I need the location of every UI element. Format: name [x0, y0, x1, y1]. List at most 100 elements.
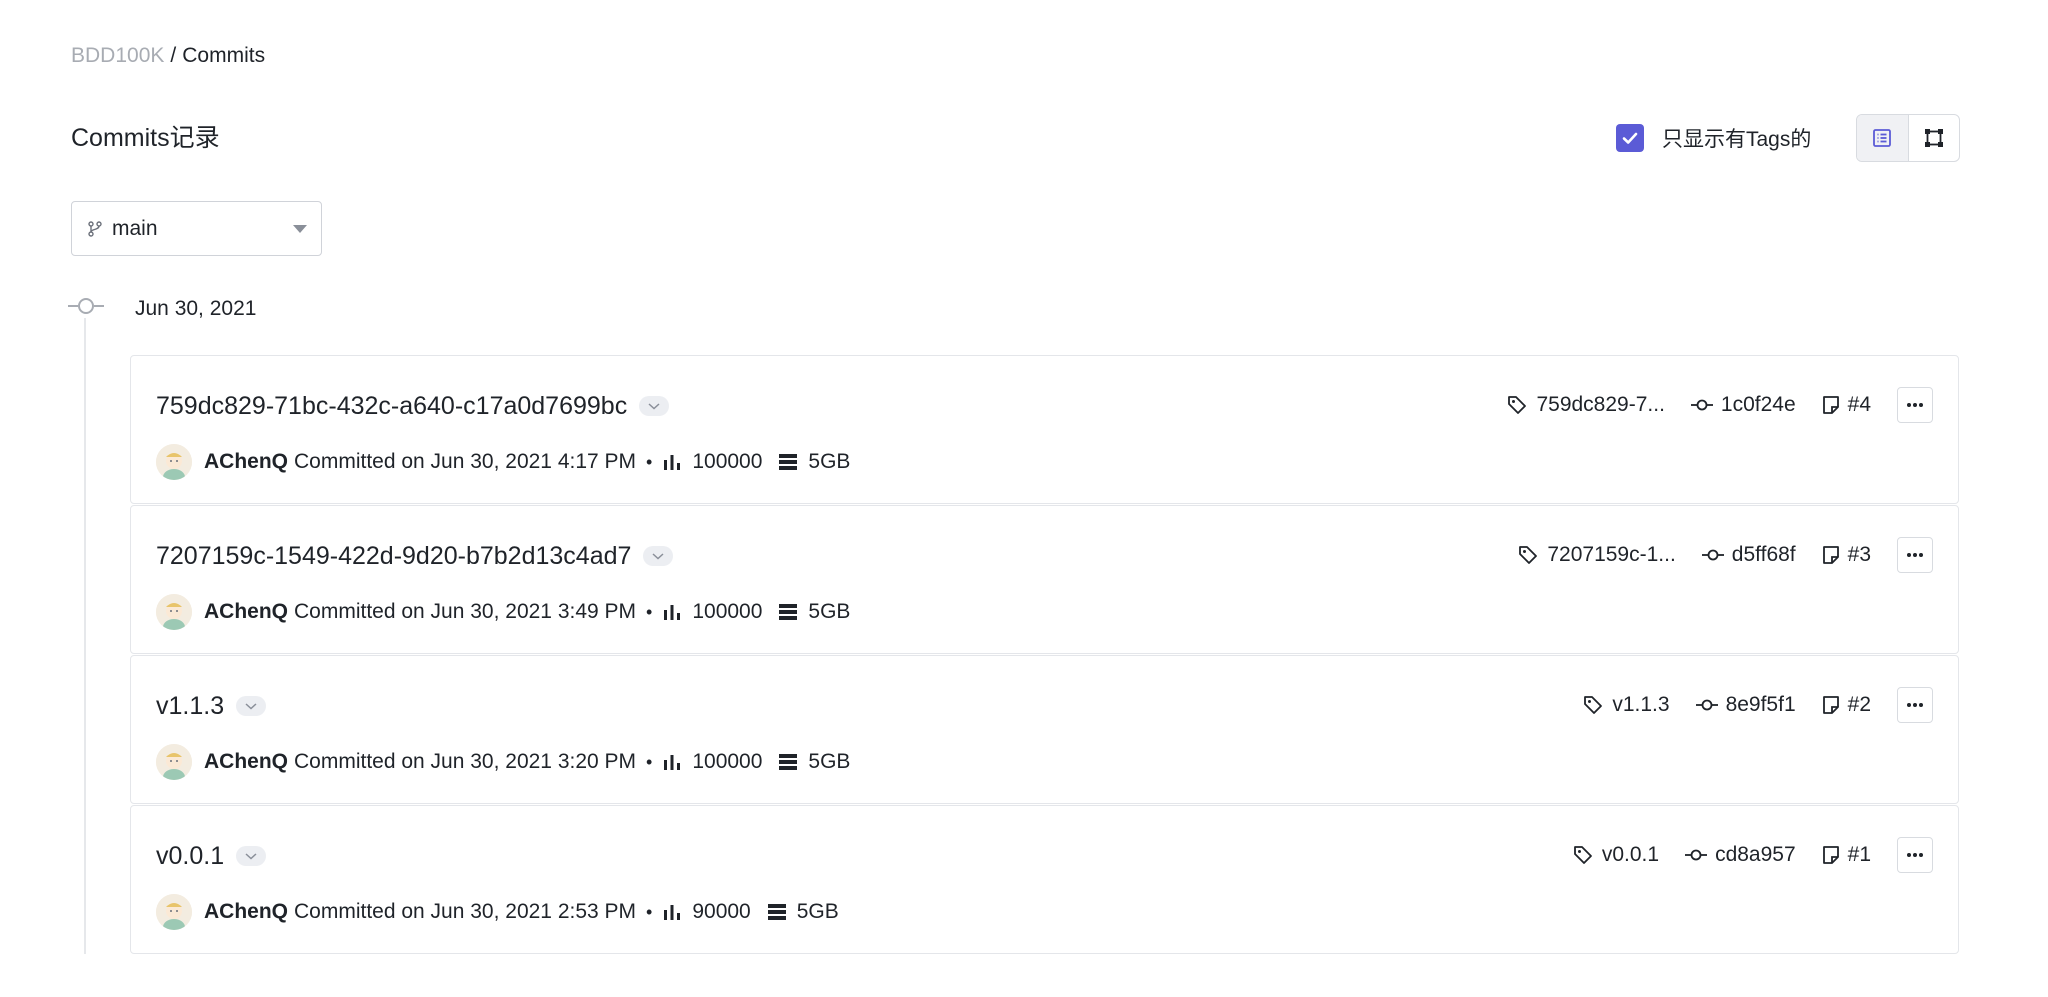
document-icon [1822, 545, 1840, 565]
commit-card[interactable]: v0.0.1 AChenQ Committed on Jun 30, 2021 … [130, 805, 1959, 954]
git-commit-icon [1685, 848, 1708, 862]
page-title: Commits记录 [71, 124, 220, 152]
commit-tag-label: v1.1.3 [1612, 693, 1670, 716]
bar-chart-icon [662, 752, 682, 772]
commit-hash-label: 8e9f5f1 [1725, 693, 1796, 716]
more-options-button[interactable] [1897, 837, 1933, 873]
commit-hash[interactable]: d5ff68f [1701, 543, 1796, 567]
commit-timestamp: Committed on Jun 30, 2021 2:53 PM [294, 900, 637, 923]
more-horizontal-icon [1907, 703, 1923, 707]
commit-hash-label: d5ff68f [1731, 543, 1796, 566]
commit-hash[interactable]: 1c0f24e [1690, 393, 1796, 417]
tags-only-filter[interactable]: 只显示有Tags的 [1616, 122, 1811, 154]
commit-hash[interactable]: cd8a957 [1685, 843, 1796, 867]
view-toggle [1856, 114, 1960, 162]
commit-tag-label: 7207159c-1... [1547, 543, 1676, 566]
commit-size: 5GB [808, 750, 851, 773]
timeline-line [84, 318, 86, 954]
list-icon [1873, 129, 1892, 147]
more-horizontal-icon [1907, 853, 1923, 857]
tags-only-checkbox[interactable] [1616, 124, 1644, 152]
commit-number-label: #1 [1847, 843, 1871, 866]
commit-hash-label: cd8a957 [1715, 843, 1796, 866]
graph-view-button[interactable] [1909, 115, 1960, 161]
commit-tag[interactable]: v1.1.3 [1582, 693, 1670, 717]
commit-title[interactable]: v0.0.1 [156, 840, 224, 872]
breadcrumb-separator: / [170, 44, 177, 67]
commit-author: AChenQ [204, 600, 288, 623]
storage-icon [778, 453, 798, 471]
meta-separator-dot: • [646, 751, 653, 772]
commit-data-count: 100000 [692, 600, 763, 623]
commit-timestamp: Committed on Jun 30, 2021 3:49 PM [294, 600, 637, 623]
tags-only-label: 只显示有Tags的 [1662, 128, 1812, 151]
more-horizontal-icon [1907, 553, 1923, 557]
commit-size: 5GB [808, 600, 851, 623]
commit-title[interactable]: v1.1.3 [156, 690, 224, 722]
commit-author: AChenQ [204, 900, 288, 923]
chevron-down-icon [245, 703, 257, 710]
tag-icon [1582, 694, 1604, 716]
breadcrumb-root-link[interactable]: BDD100K [71, 44, 164, 67]
tag-icon [1572, 844, 1594, 866]
avatar[interactable] [156, 444, 192, 480]
more-options-button[interactable] [1897, 687, 1933, 723]
storage-icon [767, 903, 787, 921]
commit-tag-label: 759dc829-7... [1536, 393, 1665, 416]
commit-number[interactable]: #2 [1822, 693, 1871, 717]
avatar[interactable] [156, 894, 192, 930]
commit-author: AChenQ [204, 750, 288, 773]
commit-number-label: #3 [1847, 543, 1871, 566]
meta-separator-dot: • [646, 601, 653, 622]
commit-number-label: #4 [1847, 393, 1871, 416]
commit-card[interactable]: 759dc829-71bc-432c-a640-c17a0d7699bc ACh… [130, 355, 1959, 504]
tag-icon [1517, 544, 1539, 566]
expand-commit-button[interactable] [236, 696, 267, 716]
commit-number[interactable]: #4 [1822, 393, 1871, 417]
git-branch-icon [86, 220, 104, 238]
commit-data-count: 100000 [692, 750, 763, 773]
expand-commit-button[interactable] [643, 546, 674, 566]
meta-separator-dot: • [646, 901, 653, 922]
chevron-down-icon [293, 224, 307, 233]
commit-title[interactable]: 7207159c-1549-422d-9d20-b7b2d13c4ad7 [156, 540, 631, 572]
commit-list: 759dc829-71bc-432c-a640-c17a0d7699bc ACh… [130, 355, 1959, 955]
git-commit-icon [1690, 398, 1713, 412]
chevron-down-icon [648, 403, 660, 410]
commit-tag[interactable]: 759dc829-7... [1506, 393, 1665, 417]
commit-tag-label: v0.0.1 [1601, 843, 1660, 866]
git-commit-icon [1701, 548, 1724, 562]
document-icon [1822, 695, 1840, 715]
chevron-down-icon [652, 553, 664, 560]
bar-chart-icon [662, 602, 682, 622]
bar-chart-icon [662, 902, 682, 922]
expand-commit-button[interactable] [639, 396, 670, 416]
commit-size: 5GB [808, 450, 851, 473]
commit-title[interactable]: 759dc829-71bc-432c-a640-c17a0d7699bc [156, 390, 627, 422]
more-options-button[interactable] [1897, 387, 1933, 423]
meta-separator-dot: • [646, 451, 653, 472]
bar-chart-icon [662, 452, 682, 472]
checkmark-icon [1622, 132, 1638, 144]
commit-data-count: 100000 [692, 450, 763, 473]
commit-author: AChenQ [204, 450, 288, 473]
expand-commit-button[interactable] [236, 846, 267, 866]
avatar[interactable] [156, 594, 192, 630]
commit-card[interactable]: v1.1.3 AChenQ Committed on Jun 30, 2021 … [130, 655, 1959, 804]
git-commit-icon [1695, 698, 1718, 712]
commit-tag[interactable]: 7207159c-1... [1517, 543, 1676, 567]
commit-timestamp: Committed on Jun 30, 2021 4:17 PM [294, 450, 637, 473]
branch-select[interactable]: main [71, 201, 322, 256]
commit-hash[interactable]: 8e9f5f1 [1695, 693, 1796, 717]
graph-icon [1924, 129, 1943, 147]
commit-tag[interactable]: v0.0.1 [1572, 843, 1659, 867]
commit-card[interactable]: 7207159c-1549-422d-9d20-b7b2d13c4ad7 ACh… [130, 505, 1959, 654]
commit-number[interactable]: #1 [1822, 843, 1871, 867]
document-icon [1822, 845, 1840, 865]
list-view-button[interactable] [1857, 115, 1909, 161]
commit-number[interactable]: #3 [1822, 543, 1871, 567]
timeline-commit-node-icon [68, 294, 104, 318]
storage-icon [778, 753, 798, 771]
more-options-button[interactable] [1897, 537, 1933, 573]
avatar[interactable] [156, 744, 192, 780]
